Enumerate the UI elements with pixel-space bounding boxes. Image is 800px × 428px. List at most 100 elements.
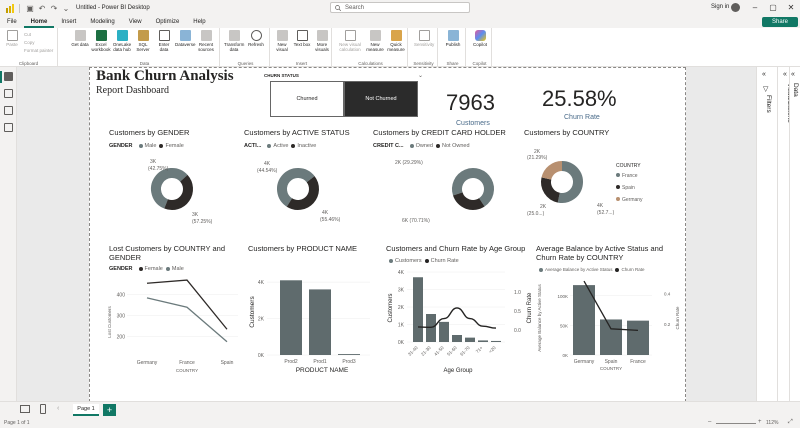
copy-button[interactable]: Copy [24, 40, 35, 45]
transform-data-button[interactable]: Transform data [224, 30, 244, 52]
menu-modeling[interactable]: Modeling [83, 16, 121, 28]
new-visual-calculation-button[interactable]: New visual calculation [336, 30, 364, 52]
sql-server-button[interactable]: SQL Server [133, 30, 153, 52]
format-painter-button[interactable]: Format painter [24, 48, 53, 53]
collapse-icon[interactable]: « [762, 71, 766, 78]
ribbon-group-calculations: New visual calculation New measure Quick… [334, 28, 408, 67]
zoom-slider[interactable] [716, 423, 756, 424]
fit-page-icon[interactable]: ⤢ [788, 419, 793, 426]
menu-file[interactable]: File [0, 16, 24, 28]
ribbon-group-share: Publish Share [440, 28, 466, 67]
page-tab-bar: ‹ [0, 401, 800, 419]
desktop-layout-icon[interactable] [20, 405, 30, 413]
refresh-button[interactable]: Refresh [246, 30, 266, 47]
search-icon [335, 4, 341, 11]
get-data-button[interactable]: Get data [70, 30, 90, 47]
visual-title-product: Customers by PRODUCT NAME [248, 244, 358, 253]
chevron-down-icon[interactable]: ⌄ [418, 72, 423, 79]
quick-measure-button[interactable]: Quick measure [386, 30, 406, 52]
kpi-customers-label: Customers [456, 120, 490, 127]
copilot-icon [474, 30, 486, 41]
dataverse-button[interactable]: Dataverse [175, 30, 196, 47]
share-label: Share [771, 19, 788, 25]
menu-help[interactable]: Help [186, 16, 212, 28]
ribbon: Paste Cut Copy Format painter Clipboard … [0, 28, 800, 67]
page-tab-page1[interactable]: Page 1 [73, 404, 99, 416]
add-page-button[interactable]: + [103, 404, 116, 416]
ribbon-group-sensitivity: Sensitivity Sensitivity [410, 28, 438, 67]
excel-icon [95, 30, 107, 41]
database-icon [74, 30, 86, 41]
page-status: Page 1 of 1 [4, 420, 30, 426]
undo-icon[interactable]: ↶ [36, 2, 48, 14]
onelake-button[interactable]: OneLake data hub [112, 30, 132, 52]
search-input[interactable]: Search [330, 2, 470, 13]
ribbon-group-queries: Transform data Refresh Queries [222, 28, 270, 67]
copilot-button[interactable]: Copilot [470, 30, 490, 47]
share-button[interactable]: Share [762, 17, 798, 27]
sign-in-link[interactable]: Sign in [711, 4, 729, 10]
cut-button[interactable]: Cut [24, 32, 31, 37]
window-title: Untitled - Power BI Desktop [76, 5, 150, 11]
more-visuals-button[interactable]: More visuals [312, 30, 332, 52]
data-pane[interactable]: « Data [789, 67, 800, 401]
ribbon-label-clipboard: Clipboard [18, 61, 39, 66]
slicer-option-churned[interactable]: Churned [270, 81, 344, 117]
visual-title-balance: Average Balance by Active Status and Chu… [536, 244, 664, 262]
table-view-icon[interactable] [4, 89, 13, 98]
text-box-button[interactable]: Text box [292, 30, 312, 47]
close-icon[interactable]: ✕ [785, 2, 797, 14]
collapse-icon[interactable]: « [783, 71, 787, 78]
menu-optimize[interactable]: Optimize [149, 16, 187, 28]
minimize-icon[interactable]: – [749, 2, 761, 14]
save-icon[interactable]: ▣ [24, 2, 36, 14]
ribbon-group-clipboard: Paste Cut Copy Format painter Clipboard [0, 28, 58, 67]
recent-icon [200, 30, 212, 41]
visual-title-credit: Customers by CREDIT CARD HOLDER [373, 128, 506, 137]
model-view-icon[interactable] [4, 106, 13, 115]
visual-title-active: Customers by ACTIVE STATUS [244, 128, 350, 137]
menu-insert[interactable]: Insert [54, 16, 83, 28]
mobile-layout-icon[interactable] [40, 404, 46, 414]
slicer-option-not-churned[interactable]: Not Churned [344, 81, 418, 117]
zoom-in-icon[interactable]: + [758, 419, 762, 425]
excel-button[interactable]: Excel workbook [91, 30, 111, 52]
new-visual-button[interactable]: New visual [272, 30, 292, 52]
status-bar: Page 1 of 1 – + 112% ⤢ [0, 419, 800, 428]
legend-age: Customers Churn Rate [386, 258, 459, 264]
data-label: Data [792, 83, 799, 97]
report-subtitle: Report Dashboard [96, 85, 170, 96]
zoom-out-icon[interactable]: – [708, 419, 711, 425]
menu-home[interactable]: Home [23, 16, 55, 28]
new-measure-button[interactable]: New measure [365, 30, 385, 52]
collapse-icon[interactable]: « [791, 71, 795, 78]
visual-title-country: Customers by COUNTRY [524, 128, 610, 137]
maximize-icon[interactable]: ▢ [767, 2, 779, 14]
search-placeholder: Search [345, 4, 365, 11]
paste-button[interactable]: Paste [2, 30, 22, 47]
refresh-icon [250, 30, 262, 41]
powerbi-logo-icon [5, 3, 15, 13]
customize-toolbar-icon[interactable]: ⌄ [60, 2, 72, 14]
report-view-icon[interactable] [4, 72, 13, 81]
filters-label: Filters [765, 95, 772, 113]
recent-sources-button[interactable]: Recent sources [196, 30, 216, 52]
legend-balance: Average Balance by Active Status Churn Ra… [536, 267, 644, 272]
chevron-left-icon[interactable]: ‹ [57, 405, 59, 412]
sensitivity-button[interactable]: Sensitivity [414, 30, 434, 47]
ribbon-group-insert: New visual Text box More visuals Insert [272, 28, 332, 67]
redo-icon[interactable]: ↷ [48, 2, 60, 14]
title-bar: ▣ ↶ ↷ ⌄ Untitled - Power BI Desktop Sear… [0, 0, 800, 16]
filter-icon: ▽ [763, 86, 769, 93]
menu-view[interactable]: View [122, 16, 149, 28]
enter-data-button[interactable]: Enter data [154, 30, 174, 52]
publish-button[interactable]: Publish [443, 30, 463, 47]
avatar[interactable] [731, 3, 740, 12]
filters-pane[interactable]: « ▽ Filters [756, 67, 777, 401]
dax-query-view-icon[interactable] [4, 123, 13, 132]
legend-credit: CREDIT C... Owned Not Owned [373, 143, 470, 149]
kpi-customers-value: 7963 [446, 90, 495, 115]
menu-bar: File Home Insert Modeling View Optimize … [0, 16, 800, 28]
dataverse-icon [179, 30, 191, 41]
onelake-icon [116, 30, 128, 41]
